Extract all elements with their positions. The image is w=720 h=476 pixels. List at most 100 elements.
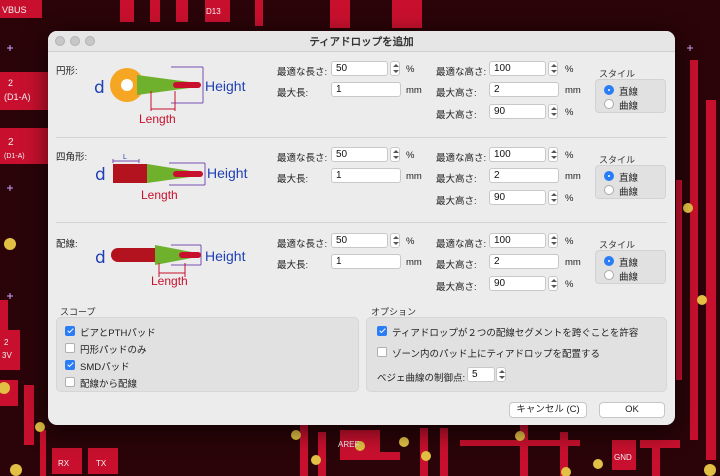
max-height-input[interactable]: 2 xyxy=(489,82,559,97)
max-height-input[interactable]: 2 xyxy=(489,168,559,183)
unit-percent: % xyxy=(406,236,415,247)
unit-mm: mm xyxy=(565,85,581,96)
unit-percent: % xyxy=(406,64,415,75)
style-curve-label: 曲線 xyxy=(619,101,639,112)
max-height-label: 最大高さ: xyxy=(436,88,477,99)
style-curve-label: 曲線 xyxy=(619,272,639,283)
section-divider xyxy=(56,137,667,138)
scope-checkbox-label: ビアとPTHパッド xyxy=(80,328,156,339)
max-length-input[interactable]: 1 xyxy=(331,254,401,269)
best-height-label: 最適な高さ: xyxy=(436,153,487,164)
pcb-label: 2 xyxy=(8,78,13,88)
best-length-stepper[interactable] xyxy=(390,147,400,162)
best-length-input[interactable]: 50 xyxy=(331,147,388,162)
best-height-input[interactable]: 100 xyxy=(489,61,546,76)
pcb-label: GND xyxy=(614,453,632,462)
section-label-track: 配線: xyxy=(56,239,78,250)
unit-percent: % xyxy=(565,64,574,75)
pcb-label: AREF xyxy=(338,440,359,449)
max-height-percent-stepper[interactable] xyxy=(548,104,558,119)
track-teardrop-preview: d Height Length xyxy=(95,244,246,288)
max-length-input[interactable]: 1 xyxy=(331,82,401,97)
scope-checkbox-label: 円形パッドのみ xyxy=(80,345,147,356)
best-length-stepper[interactable] xyxy=(390,61,400,76)
scope-checkbox[interactable] xyxy=(65,377,75,387)
scope-checkbox[interactable] xyxy=(65,343,75,353)
best-height-label: 最適な高さ: xyxy=(436,239,487,250)
unit-mm: mm xyxy=(565,257,581,268)
bezier-points-stepper[interactable] xyxy=(496,367,506,382)
best-length-input[interactable]: 50 xyxy=(331,233,388,248)
preview-height-label: Height xyxy=(205,78,246,94)
bezier-points-input[interactable]: 5 xyxy=(467,367,495,382)
unit-mm: mm xyxy=(406,171,422,182)
style-box: 直線 曲線 xyxy=(595,250,666,284)
best-height-stepper[interactable] xyxy=(548,147,558,162)
pcb-label: (D1-A) xyxy=(4,153,25,160)
style-curve-radio[interactable] xyxy=(604,185,614,195)
unit-percent: % xyxy=(565,193,574,204)
max-height-percent-label: 最大高さ: xyxy=(436,282,477,293)
preview-length-label: Length xyxy=(141,188,178,202)
best-length-label: 最適な長さ: xyxy=(277,153,328,164)
preview-d-label: d xyxy=(95,248,106,268)
add-teardrops-dialog: ティアドロップを追加 円形: d Height Length 最適な長さ: 50… xyxy=(48,31,675,425)
preview-height-label: Height xyxy=(205,248,246,264)
best-length-input[interactable]: 50 xyxy=(331,61,388,76)
preview-l-label: L xyxy=(123,154,127,161)
best-height-label: 最適な高さ: xyxy=(436,67,487,78)
style-straight-radio[interactable] xyxy=(604,171,614,181)
style-box: 直線 曲線 xyxy=(595,165,666,199)
scope-checkbox[interactable] xyxy=(65,326,75,336)
max-height-percent-stepper[interactable] xyxy=(548,276,558,291)
zone-pads-checkbox[interactable] xyxy=(377,347,387,357)
round-teardrop-preview: d Height Length xyxy=(94,66,246,126)
max-length-input[interactable]: 1 xyxy=(331,168,401,183)
dialog-title: ティアドロップを追加 xyxy=(309,36,414,48)
style-curve-label: 曲線 xyxy=(619,187,639,198)
max-height-percent-label: 最大高さ: xyxy=(436,110,477,121)
preview-height-label: Height xyxy=(207,165,248,181)
max-height-percent-input[interactable]: 90 xyxy=(489,104,546,119)
style-straight-radio[interactable] xyxy=(604,85,614,95)
best-height-stepper[interactable] xyxy=(548,233,558,248)
allow-two-segments-checkbox[interactable] xyxy=(377,326,387,336)
unit-mm: mm xyxy=(565,171,581,182)
preview-d-label: d xyxy=(95,165,106,185)
best-height-input[interactable]: 100 xyxy=(489,233,546,248)
best-length-label: 最適な長さ: xyxy=(277,67,328,78)
max-height-percent-input[interactable]: 90 xyxy=(489,276,546,291)
cancel-button[interactable]: キャンセル (C) xyxy=(509,402,587,418)
allow-two-segments-label: ティアドロップが２つの配線セグメントを跨ぐことを許容 xyxy=(392,328,639,339)
pcb-label: 3V xyxy=(2,351,12,360)
max-height-input[interactable]: 2 xyxy=(489,254,559,269)
pcb-label: VBUS xyxy=(2,5,27,15)
pcb-label: RX xyxy=(58,459,70,468)
max-height-percent-input[interactable]: 90 xyxy=(489,190,546,205)
style-straight-radio[interactable] xyxy=(604,256,614,266)
style-curve-radio[interactable] xyxy=(604,270,614,280)
best-height-stepper[interactable] xyxy=(548,61,558,76)
max-height-percent-stepper[interactable] xyxy=(548,190,558,205)
style-curve-radio[interactable] xyxy=(604,99,614,109)
unit-percent: % xyxy=(406,150,415,161)
scope-checkbox[interactable] xyxy=(65,360,75,370)
section-label-rect: 四角形: xyxy=(56,152,88,163)
style-straight-label: 直線 xyxy=(619,258,639,269)
pcb-label: 2 xyxy=(4,338,9,347)
preview-length-label: Length xyxy=(151,274,188,288)
unit-percent: % xyxy=(565,150,574,161)
ok-button[interactable]: OK xyxy=(599,402,665,418)
max-length-label: 最大長: xyxy=(277,174,309,185)
unit-mm: mm xyxy=(406,257,422,268)
best-height-input[interactable]: 100 xyxy=(489,147,546,162)
section-divider xyxy=(56,222,667,223)
section-label-round: 円形: xyxy=(56,66,78,77)
scope-group: ビアとPTHパッド 円形パッドのみ SMDパッド 配線から配線 xyxy=(56,317,359,392)
zone-pads-label: ゾーン内のパッド上にティアドロップを配置する xyxy=(392,349,600,360)
style-straight-label: 直線 xyxy=(619,87,639,98)
pcb-label: TX xyxy=(96,459,107,468)
max-height-percent-label: 最大高さ: xyxy=(436,196,477,207)
unit-percent: % xyxy=(565,107,574,118)
best-length-stepper[interactable] xyxy=(390,233,400,248)
